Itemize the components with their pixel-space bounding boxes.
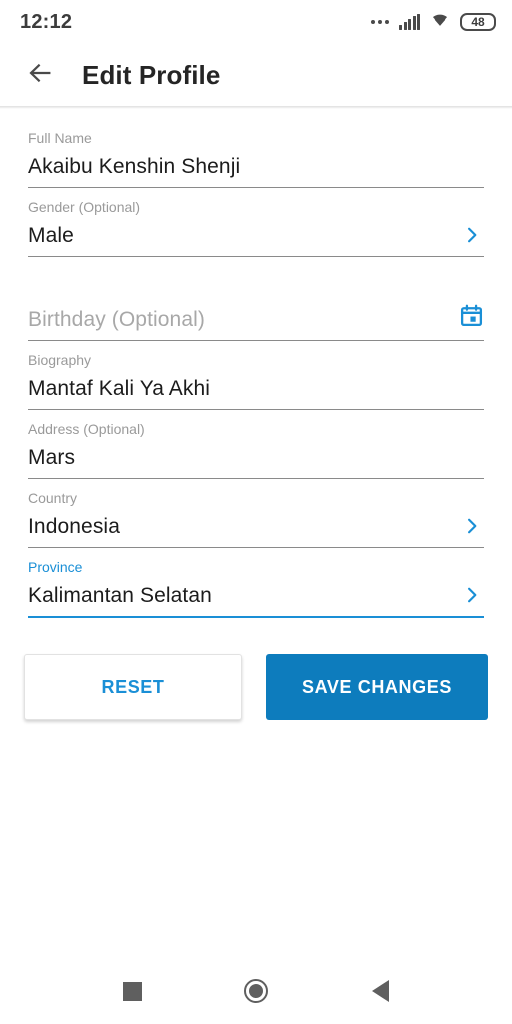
field-label-province: Province [28,559,83,576]
birthday-input[interactable]: Birthday (Optional) [28,309,459,340]
field-gender[interactable]: Gender (Optional) Male [28,188,484,258]
field-underline-gender [28,256,484,258]
province-input[interactable]: Kalimantan Selatan [28,585,462,616]
field-label-gender: Gender (Optional) [28,199,141,216]
field-label-full-name: Full Name [28,130,92,146]
triangle-back-icon [371,980,389,1002]
android-nav-bar [0,958,512,1024]
page-title: Edit Profile [82,59,221,90]
action-buttons: RESET SAVE CHANGES [0,618,512,721]
field-full-name[interactable]: Full Name Akaibu Kenshin Shenji [28,119,484,189]
more-dots-icon [371,20,389,24]
field-underline-province [28,616,484,619]
battery-level: 48 [471,15,485,29]
field-address[interactable]: Address (Optional) Mars [28,410,484,480]
field-label-address: Address (Optional) [28,421,145,438]
field-country[interactable]: Country Indonesia [28,479,484,549]
reset-button[interactable]: RESET [24,654,242,721]
gender-input[interactable]: Male [28,225,462,256]
chevron-right-icon[interactable] [462,225,484,256]
battery-icon: 48 [460,13,496,31]
field-biography[interactable]: Biography Mantaf Kali Ya Akhi [28,341,484,411]
address-input[interactable]: Mars [28,447,484,478]
app-bar: Edit Profile [0,44,512,106]
wifi-icon [429,11,451,33]
biography-input[interactable]: Mantaf Kali Ya Akhi [28,378,484,409]
arrow-left-icon [26,59,54,92]
save-changes-button[interactable]: SAVE CHANGES [266,654,488,721]
circle-home-icon [244,979,268,1003]
country-input[interactable]: Indonesia [28,516,462,547]
status-time: 12:12 [20,10,73,33]
field-label-country: Country [28,490,78,507]
full-name-input[interactable]: Akaibu Kenshin Shenji [28,155,484,187]
status-icons: 48 [371,11,496,33]
field-birthday[interactable]: Birthday (Optional) [28,303,484,342]
chevron-right-icon[interactable] [462,585,484,616]
back-nav-button[interactable] [356,967,404,1015]
status-bar: 12:12 48 [0,0,512,44]
home-button[interactable] [232,967,280,1015]
recents-button[interactable] [108,967,156,1015]
back-button[interactable] [20,55,60,95]
field-label-biography: Biography [28,352,92,369]
form-gap [28,257,484,303]
square-recents-icon [122,981,142,1001]
edit-profile-form: Full Name Akaibu Kenshin Shenji Gender (… [0,109,512,619]
field-province[interactable]: Province Kalimantan Selatan [28,548,484,619]
phone-screen: 12:12 48 Edit Profile Full Name Akaibu K… [0,0,512,1024]
cellular-signal-icon [399,13,420,30]
calendar-icon[interactable] [459,303,484,340]
chevron-right-icon[interactable] [462,516,484,547]
